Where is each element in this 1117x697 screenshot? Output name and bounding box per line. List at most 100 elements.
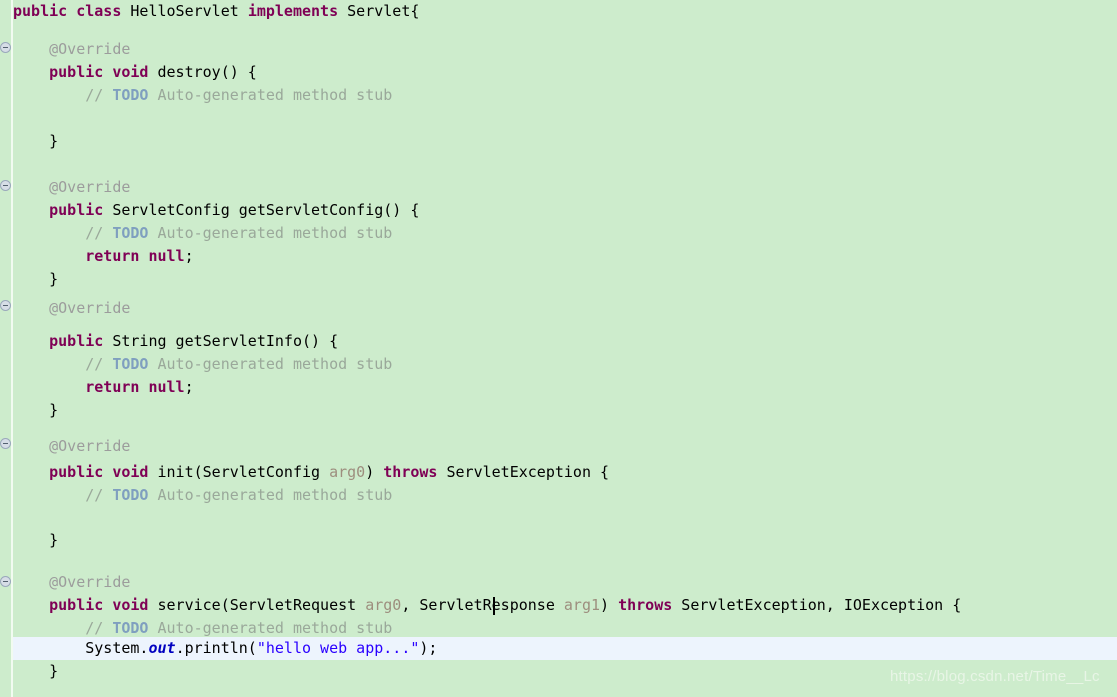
code-token-kw: public (49, 63, 104, 81)
code-token-plain: HelloServlet (121, 2, 248, 20)
code-token-kw: null (148, 378, 185, 396)
code-token-plain: Servlet{ (338, 2, 420, 20)
fold-gutter[interactable] (0, 0, 11, 697)
fold-marker-destroy[interactable] (0, 42, 11, 53)
code-token-cmt: Auto-generated method stub (148, 486, 393, 504)
code-token-plain: service(ServletRequest (148, 596, 366, 614)
code-token-ann: @Override (13, 573, 131, 591)
code-token-plain: ); (419, 639, 438, 657)
code-token-param: arg0 (329, 463, 366, 481)
code-token-plain: destroy() { (148, 63, 257, 81)
code-token-plain: } (13, 531, 59, 549)
code-token-kw: null (148, 247, 185, 265)
code-token-plain: ; (184, 378, 194, 396)
code-token-kw: void (112, 463, 149, 481)
code-line[interactable]: @Override (13, 38, 130, 61)
code-line[interactable]: } (13, 130, 58, 153)
code-token-plain: ServletConfig getServletConfig() { (103, 201, 420, 219)
code-token-ann: @Override (13, 299, 131, 317)
code-token-kw: public (49, 332, 104, 350)
code-token-param: arg1 (563, 596, 601, 614)
code-line[interactable]: public class HelloServlet implements Ser… (13, 0, 419, 23)
code-token-str: "hello web app..." (256, 639, 420, 657)
code-token-kw: class (76, 2, 122, 20)
code-token-kw: public (49, 201, 104, 219)
code-line[interactable]: // TODO Auto-generated method stub (13, 84, 392, 107)
code-token-ann: @Override (13, 437, 131, 455)
code-line[interactable]: @Override (13, 297, 130, 320)
fold-marker-service[interactable] (0, 576, 11, 587)
code-token-plain: , ServletResponse (401, 596, 564, 614)
code-token-ann: @Override (13, 40, 131, 58)
code-token-cmt: // (13, 486, 113, 504)
code-token-cmt: // (13, 619, 113, 637)
fold-marker-get-servlet-config[interactable] (0, 180, 11, 191)
code-line[interactable]: // TODO Auto-generated method stub (13, 484, 392, 507)
code-line[interactable]: @Override (13, 176, 130, 199)
code-token-kw: return (85, 378, 140, 396)
code-line[interactable]: } (13, 660, 58, 683)
code-token-kw: void (112, 63, 149, 81)
fold-marker-init[interactable] (0, 438, 11, 449)
code-line[interactable]: public void destroy() { (13, 61, 257, 84)
code-token-kw: implements (247, 2, 339, 20)
code-token-todo: TODO (112, 619, 149, 637)
code-token-kw: void (112, 596, 149, 614)
code-token-kw: public (13, 2, 68, 20)
code-line[interactable]: public void service(ServletRequest arg0,… (13, 594, 961, 617)
code-token-plain: init(ServletConfig (148, 463, 330, 481)
code-line[interactable]: public ServletConfig getServletConfig() … (13, 199, 419, 222)
code-token-plain: } (13, 401, 59, 419)
code-editor[interactable]: public class HelloServlet implements Ser… (0, 0, 1117, 697)
code-token-cmt: // (13, 224, 113, 242)
code-line[interactable]: // TODO Auto-generated method stub (13, 353, 392, 376)
code-line[interactable]: return null; (13, 245, 194, 268)
code-token-plain: System. (13, 639, 149, 657)
code-line[interactable]: @Override (13, 571, 130, 594)
code-line[interactable]: return null; (13, 376, 194, 399)
text-caret (493, 597, 495, 615)
code-token-plain: .println( (175, 639, 257, 657)
code-token-plain: ; (184, 247, 194, 265)
code-token-plain: ) (600, 596, 619, 614)
code-token-plain: } (13, 132, 59, 150)
code-token-cmt: // (13, 355, 113, 373)
code-line[interactable]: } (13, 399, 58, 422)
code-token-todo: TODO (112, 86, 149, 104)
code-token-statfield: out (148, 639, 176, 657)
code-token-todo: TODO (112, 486, 149, 504)
code-line[interactable]: } (13, 268, 58, 291)
code-token-cmt: Auto-generated method stub (148, 224, 393, 242)
code-line[interactable]: public void init(ServletConfig arg0) thr… (13, 461, 609, 484)
watermark-text: https://blog.csdn.net/Time__Lc (890, 668, 1100, 685)
code-surface[interactable]: public class HelloServlet implements Ser… (11, 0, 1117, 697)
code-token-kw: public (49, 596, 104, 614)
code-line[interactable]: @Override (13, 435, 130, 458)
code-line[interactable]: System.out.println("hello web app..."); (13, 637, 437, 660)
code-line[interactable]: public String getServletInfo() { (13, 330, 338, 353)
code-token-kw: throws (618, 596, 673, 614)
code-token-param: arg0 (365, 596, 402, 614)
code-token-plain: ServletException { (437, 463, 610, 481)
code-token-plain: } (13, 270, 59, 288)
fold-marker-get-servlet-info[interactable] (0, 300, 11, 311)
code-line[interactable]: } (13, 529, 58, 552)
code-token-plain: ServletException, IOException { (672, 596, 962, 614)
code-token-cmt: Auto-generated method stub (148, 355, 393, 373)
code-token-cmt: Auto-generated method stub (148, 86, 393, 104)
code-line[interactable]: // TODO Auto-generated method stub (13, 222, 392, 245)
code-token-kw: return (85, 247, 140, 265)
code-token-plain: String getServletInfo() { (103, 332, 339, 350)
code-token-todo: TODO (112, 355, 149, 373)
